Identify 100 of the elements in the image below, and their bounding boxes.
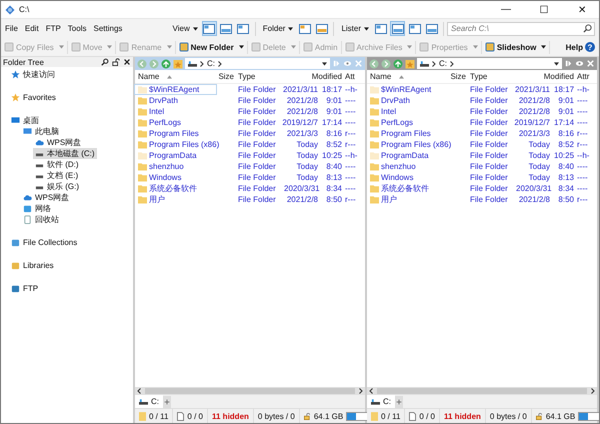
layout-button[interactable] bbox=[424, 21, 439, 36]
file-name[interactable]: shenzhuo bbox=[135, 162, 216, 171]
file-name[interactable]: PerfLogs bbox=[135, 118, 216, 127]
star-folder-icon[interactable] bbox=[173, 58, 183, 68]
chevron-icon[interactable] bbox=[218, 60, 222, 66]
layout-button[interactable] bbox=[314, 21, 330, 36]
layout-button[interactable] bbox=[297, 21, 312, 36]
help-button[interactable]: Help ? bbox=[566, 39, 595, 55]
file-name[interactable]: Intel bbox=[135, 107, 216, 116]
scrollbar[interactable] bbox=[135, 387, 365, 395]
toolbar-button[interactable]: Slideshow bbox=[484, 39, 546, 55]
tree-item[interactable]: 回收站 bbox=[21, 214, 61, 225]
close-icon[interactable] bbox=[123, 58, 131, 66]
dropdown-button[interactable]: Lister bbox=[341, 24, 369, 33]
menu-item[interactable]: FTP bbox=[46, 24, 61, 33]
path-field[interactable]: C: bbox=[417, 58, 562, 69]
toolbar-button[interactable]: New Folder bbox=[178, 39, 244, 55]
tree-item[interactable]: Favorites bbox=[9, 92, 58, 103]
tree-item[interactable]: 此电脑 bbox=[21, 126, 61, 137]
path-field[interactable]: C: bbox=[185, 58, 330, 69]
add-tab-icon[interactable] bbox=[163, 396, 171, 408]
file-name[interactable]: PerfLogs bbox=[367, 118, 448, 127]
column-header[interactable]: Name bbox=[367, 72, 448, 81]
sidebar-toggle-icon[interactable] bbox=[564, 59, 573, 68]
file-name[interactable]: 用户 bbox=[367, 194, 448, 205]
file-name[interactable]: Windows bbox=[135, 173, 216, 182]
column-header[interactable]: Modified bbox=[516, 72, 574, 81]
column-header[interactable]: Modified bbox=[284, 72, 342, 81]
layout-button[interactable] bbox=[407, 21, 422, 36]
chevron-right-icon[interactable] bbox=[359, 388, 363, 394]
tree-item[interactable]: 文档 (E:) bbox=[33, 170, 80, 181]
close-button[interactable]: ✕ bbox=[565, 1, 599, 18]
layout-button[interactable] bbox=[390, 21, 405, 36]
layout-button[interactable] bbox=[236, 21, 251, 36]
file-name[interactable]: DrvPath bbox=[367, 96, 448, 105]
minimize-button[interactable]: — bbox=[489, 1, 523, 18]
chevron-left-icon[interactable] bbox=[137, 388, 141, 394]
layout-button[interactable] bbox=[202, 21, 217, 36]
column-header[interactable]: Type bbox=[466, 72, 516, 81]
tree-item[interactable]: 娱乐 (G:) bbox=[33, 181, 81, 192]
tree-item[interactable]: Libraries bbox=[9, 260, 56, 271]
column-header[interactable]: Attr bbox=[574, 72, 590, 81]
maximize-button[interactable]: ☐ bbox=[527, 1, 561, 18]
star-folder-icon[interactable] bbox=[405, 58, 415, 68]
file-name[interactable]: ProgramData bbox=[367, 151, 448, 160]
forward-icon[interactable] bbox=[381, 58, 391, 68]
file-name[interactable]: 系统必备软件 bbox=[367, 183, 448, 194]
up-icon[interactable] bbox=[161, 58, 171, 68]
file-name[interactable]: Program Files bbox=[367, 129, 448, 138]
dropdown-button[interactable]: Folder bbox=[262, 24, 294, 33]
file-name[interactable]: ProgramData bbox=[135, 151, 216, 160]
file-name[interactable]: 系统必备软件 bbox=[135, 183, 216, 194]
tree-item[interactable]: 网络 bbox=[21, 203, 53, 214]
column-header[interactable]: Name bbox=[135, 72, 216, 81]
chevron-icon[interactable] bbox=[450, 60, 454, 66]
file-name[interactable]: 用户 bbox=[135, 194, 216, 205]
chevron-left-icon[interactable] bbox=[369, 388, 373, 394]
menu-item[interactable]: File bbox=[5, 24, 18, 33]
breadcrumb[interactable]: C: bbox=[207, 59, 215, 68]
menu-item[interactable]: Settings bbox=[93, 24, 122, 33]
eye-icon[interactable] bbox=[343, 59, 352, 68]
file-name[interactable]: shenzhuo bbox=[367, 162, 448, 171]
tab[interactable]: C: bbox=[135, 395, 163, 408]
tree-item[interactable]: FTP bbox=[9, 283, 40, 294]
file-name[interactable]: $WinREAgent bbox=[367, 85, 448, 94]
eye-icon[interactable] bbox=[575, 59, 584, 68]
tab[interactable]: C: bbox=[367, 395, 395, 408]
chevron-right-icon[interactable] bbox=[591, 388, 595, 394]
file-name[interactable]: DrvPath bbox=[135, 96, 216, 105]
tree-item[interactable]: File Collections bbox=[9, 237, 80, 248]
file-name[interactable]: $WinREAgent bbox=[135, 85, 216, 94]
tree-item[interactable]: 软件 (D:) bbox=[33, 159, 81, 170]
column-header[interactable]: Size bbox=[216, 72, 234, 81]
menu-item[interactable]: Edit bbox=[24, 24, 39, 33]
scrollbar[interactable] bbox=[367, 387, 597, 395]
up-icon[interactable] bbox=[393, 58, 403, 68]
column-header[interactable]: Att bbox=[342, 72, 355, 81]
tree-item[interactable]: WPS网盘 bbox=[21, 192, 72, 203]
file-name[interactable]: Windows bbox=[367, 173, 448, 182]
layout-button[interactable] bbox=[218, 21, 234, 36]
lock-icon[interactable] bbox=[112, 58, 120, 66]
add-tab-icon[interactable] bbox=[395, 396, 403, 408]
caret-icon[interactable] bbox=[554, 62, 559, 66]
tree-item[interactable]: 桌面 bbox=[9, 115, 41, 126]
tree-item[interactable]: WPS网盘 bbox=[33, 137, 84, 148]
dropdown-button[interactable]: View bbox=[172, 24, 198, 33]
layout-button[interactable] bbox=[373, 21, 388, 36]
breadcrumb[interactable]: C: bbox=[439, 59, 447, 68]
tree-item[interactable]: 快速访问 bbox=[9, 69, 57, 80]
menu-item[interactable]: Tools bbox=[68, 24, 86, 33]
file-name[interactable]: Intel bbox=[367, 107, 448, 116]
tree-item[interactable]: 本地磁盘 (C:) bbox=[33, 148, 97, 159]
column-header[interactable]: Size bbox=[448, 72, 466, 81]
back-icon[interactable] bbox=[369, 58, 379, 68]
caret-icon[interactable] bbox=[322, 62, 327, 66]
sidebar-toggle-icon[interactable] bbox=[332, 59, 341, 68]
file-name[interactable]: Program Files bbox=[135, 129, 216, 138]
search-icon[interactable] bbox=[101, 58, 109, 66]
column-header[interactable]: Type bbox=[234, 72, 284, 81]
search-field[interactable]: Search C:\ bbox=[447, 22, 595, 36]
